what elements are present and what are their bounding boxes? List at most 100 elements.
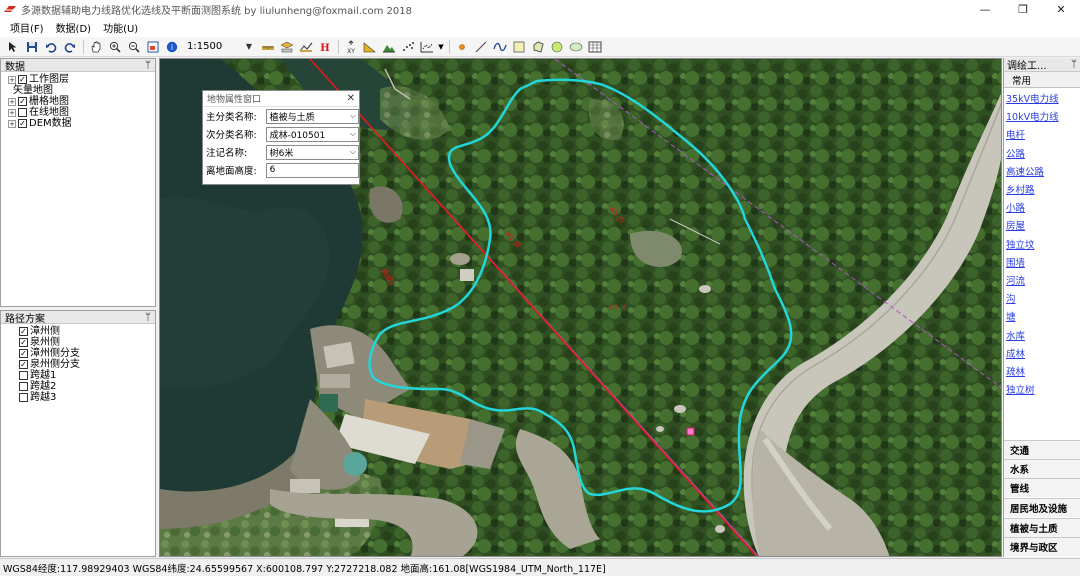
link-river[interactable]: 河流 <box>1004 271 1080 289</box>
table-icon[interactable] <box>586 38 604 56</box>
ruler-icon[interactable] <box>259 38 277 56</box>
tab-common[interactable]: 常用 <box>1004 72 1080 88</box>
chart-icon[interactable] <box>418 38 436 56</box>
checkbox-checked[interactable]: ✓ <box>19 338 28 347</box>
menu-data[interactable]: 数据(D) <box>50 20 98 35</box>
main-category-select[interactable]: 植被与土质 ⌵ <box>265 108 359 124</box>
data-panel-title: 数据 <box>5 61 25 73</box>
pin-icon[interactable]: ᛘ <box>145 312 151 323</box>
checkbox-unchecked[interactable] <box>18 108 27 117</box>
link-wall[interactable]: 围墙 <box>1004 253 1080 271</box>
zoom-out-icon[interactable] <box>125 38 143 56</box>
link-expressway[interactable]: 高速公路 <box>1004 162 1080 180</box>
checkbox-unchecked[interactable] <box>19 382 28 391</box>
pan-hand-icon[interactable] <box>87 38 105 56</box>
h-marker-icon[interactable]: H <box>316 38 334 56</box>
pin-icon[interactable]: ᛘ <box>1071 59 1077 70</box>
xy-coordinate-icon[interactable]: XY <box>342 38 360 56</box>
route-item-zhangzhou[interactable]: ✓ 漳州侧 <box>19 326 155 337</box>
category-boundary[interactable]: 境界与政区 <box>1004 537 1080 556</box>
category-traffic[interactable]: 交通 <box>1004 440 1080 459</box>
save-icon[interactable] <box>23 38 41 56</box>
category-pipeline[interactable]: 管线 <box>1004 478 1080 497</box>
checkbox-checked[interactable]: ✓ <box>19 349 28 358</box>
route-panel-header: 路径方案 ᛘ <box>1 311 155 325</box>
minimize-button[interactable]: — <box>968 0 1002 18</box>
category-water[interactable]: 水系 <box>1004 459 1080 478</box>
redo-icon[interactable] <box>61 38 79 56</box>
link-sparse-forest[interactable]: 疏林 <box>1004 362 1080 380</box>
polygon-icon[interactable] <box>529 38 547 56</box>
link-grave[interactable]: 独立坟 <box>1004 235 1080 253</box>
tree-item-work-layer[interactable]: + ✓ 工作图层 <box>8 74 155 85</box>
close-icon[interactable]: ✕ <box>347 93 355 104</box>
link-single-tree[interactable]: 独立树 <box>1004 380 1080 398</box>
maximize-button[interactable]: ❐ <box>1006 0 1040 18</box>
ellipse-icon[interactable] <box>567 38 585 56</box>
checkbox-unchecked[interactable] <box>19 371 28 380</box>
identify-info-icon[interactable]: i <box>163 38 181 56</box>
scale-select[interactable]: 1:1500 ▼ <box>184 39 256 55</box>
route-vertex-marker[interactable] <box>686 427 695 436</box>
menu-project[interactable]: 项目(F) <box>4 20 50 35</box>
route-item-quanzhou[interactable]: ✓ 泉州侧 <box>19 337 155 348</box>
expand-icon[interactable]: + <box>8 119 16 128</box>
checkbox-checked[interactable]: ✓ <box>19 327 28 336</box>
pin-icon[interactable]: ᛘ <box>145 60 151 71</box>
route-item-crossing-3[interactable]: 跨越3 <box>19 392 155 403</box>
menu-function[interactable]: 功能(U) <box>97 20 144 35</box>
link-reservoir[interactable]: 水库 <box>1004 325 1080 343</box>
tree-item-dem-data[interactable]: + ✓ DEM数据 <box>8 118 155 129</box>
pointer-icon[interactable] <box>4 38 22 56</box>
rectangle-icon[interactable] <box>510 38 528 56</box>
link-pole[interactable]: 电杆 <box>1004 125 1080 143</box>
chevron-down-icon[interactable]: ▼ <box>437 38 445 56</box>
route-item-crossing-1[interactable]: 跨越1 <box>19 370 155 381</box>
tree-item-online-map[interactable]: + 在线地图 <box>8 107 155 118</box>
category-vegetation[interactable]: 植被与土质 <box>1004 518 1080 537</box>
layer-icon[interactable] <box>278 38 296 56</box>
line-icon[interactable] <box>472 38 490 56</box>
tree-item-raster-map[interactable]: + ✓ 栅格地图 <box>8 96 155 107</box>
point-cloud-icon[interactable] <box>399 38 417 56</box>
checkbox-checked[interactable]: ✓ <box>18 75 27 84</box>
link-forest[interactable]: 成林 <box>1004 344 1080 362</box>
feature-attribute-window[interactable]: 地物属性窗口 ✕ 主分类名称: 植被与土质 ⌵ 次分类名称: 成林-010501 ⌵… <box>202 90 360 185</box>
attr-window-titlebar[interactable]: 地物属性窗口 ✕ <box>203 91 359 107</box>
circle-icon[interactable] <box>548 38 566 56</box>
height-input[interactable]: 6 <box>265 162 359 178</box>
checkbox-checked[interactable]: ✓ <box>19 360 28 369</box>
zoom-in-icon[interactable] <box>106 38 124 56</box>
sub-category-select[interactable]: 成林-010501 ⌵ <box>265 126 359 142</box>
terrain-icon[interactable] <box>380 38 398 56</box>
category-residential[interactable]: 居民地及设施 <box>1004 498 1080 517</box>
expand-icon[interactable]: + <box>8 108 16 117</box>
map-view[interactable]: 跨越1 N1-J8 N5-J5 N5-J6 地物属性窗口 ✕ 主分类名称: 植被… <box>159 58 1002 557</box>
link-35kv-power-line[interactable]: 35kV电力线 <box>1004 89 1080 107</box>
point-icon[interactable] <box>453 38 471 56</box>
full-extent-icon[interactable] <box>144 38 162 56</box>
link-ditch[interactable]: 沟 <box>1004 289 1080 307</box>
checkbox-checked[interactable]: ✓ <box>18 119 27 128</box>
link-road[interactable]: 公路 <box>1004 144 1080 162</box>
route-item-crossing-2[interactable]: 跨越2 <box>19 381 155 392</box>
link-path[interactable]: 小路 <box>1004 198 1080 216</box>
link-house[interactable]: 房屋 <box>1004 216 1080 234</box>
expand-icon[interactable]: + <box>8 75 16 84</box>
profile-icon[interactable] <box>297 38 315 56</box>
checkbox-checked[interactable]: ✓ <box>18 97 27 106</box>
checkbox-unchecked[interactable] <box>19 393 28 402</box>
expand-icon[interactable]: + <box>8 97 16 106</box>
tree-item-vector-map[interactable]: 矢量地图 <box>8 85 155 96</box>
status-coordinates: WGS84经度:117.98929403 WGS84纬度:24.65599567… <box>3 563 606 575</box>
route-item-zhangzhou-branch[interactable]: ✓ 漳州侧分支 <box>19 348 155 359</box>
undo-icon[interactable] <box>42 38 60 56</box>
link-pond[interactable]: 塘 <box>1004 307 1080 325</box>
link-10kv-power-line[interactable]: 10kV电力线 <box>1004 107 1080 125</box>
close-button[interactable]: ✕ <box>1044 0 1078 18</box>
link-rural-road[interactable]: 乡村路 <box>1004 180 1080 198</box>
annotation-select[interactable]: 树6米 ⌵ <box>265 144 359 160</box>
curve-icon[interactable] <box>491 38 509 56</box>
slope-icon[interactable] <box>361 38 379 56</box>
route-item-quanzhou-branch[interactable]: ✓ 泉州侧分支 <box>19 359 155 370</box>
